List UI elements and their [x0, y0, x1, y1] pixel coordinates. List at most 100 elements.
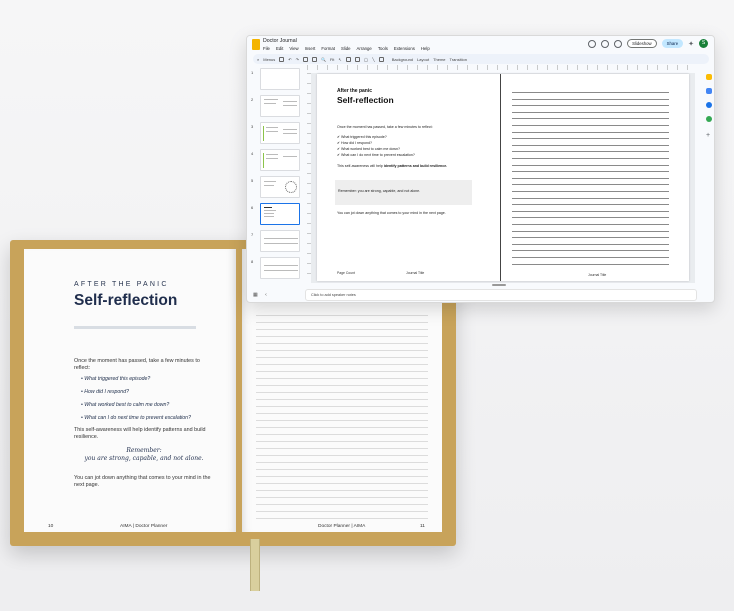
background-button[interactable]: Background	[392, 57, 413, 62]
checklist-item[interactable]: ✔ What triggered this episode?	[337, 135, 387, 139]
menu-tools[interactable]: Tools	[378, 46, 388, 51]
slide-thumbnail-6-selected[interactable]	[260, 203, 300, 225]
contacts-icon[interactable]	[706, 102, 712, 108]
writing-line	[256, 343, 428, 344]
slide-jot-note[interactable]: You can jot down anything that comes to …	[337, 211, 446, 215]
theme-button[interactable]: Theme	[433, 57, 445, 62]
book-eyebrow: AFTER THE PANIC	[74, 281, 169, 288]
slide-writing-line	[512, 184, 669, 186]
current-slide[interactable]: After the panic Self-reflection Once the…	[317, 74, 689, 281]
menu-slide[interactable]: Slide	[341, 46, 351, 51]
remember-callout[interactable]: Remember: you are strong, capable, and n…	[335, 180, 472, 205]
writing-line	[256, 322, 428, 323]
paint-format-icon[interactable]	[311, 56, 317, 62]
speaker-notes[interactable]: Click to add speaker notes	[305, 289, 697, 301]
footer-page-count[interactable]: Page Count	[337, 271, 355, 275]
grid-view-icon[interactable]: ▦	[253, 292, 258, 298]
gemini-icon[interactable]: ✦	[688, 40, 694, 48]
transition-button[interactable]: Transition	[450, 57, 467, 62]
writing-line	[256, 371, 428, 372]
footer-journal-title-left[interactable]: Journal Title	[406, 271, 424, 275]
slides-logo-icon[interactable]	[252, 39, 260, 50]
new-slide-icon[interactable]	[279, 56, 285, 62]
writing-line	[256, 462, 428, 463]
slide-thumbnail-1[interactable]	[260, 68, 300, 90]
textbox-icon[interactable]	[345, 56, 351, 62]
menu-insert[interactable]: Insert	[305, 46, 316, 51]
writing-line	[256, 413, 428, 414]
slide-filmstrip: 1 2 3 4 5 6 7 8	[251, 68, 301, 298]
zoom-icon[interactable]: 🔍	[321, 57, 326, 62]
book-left-page: AFTER THE PANIC Self-reflection Once the…	[24, 249, 236, 532]
document-title[interactable]: Doctor Journal	[263, 38, 297, 44]
menu-format[interactable]: Format	[321, 46, 335, 51]
checklist-item[interactable]: ✔ What can I do next time to prevent esc…	[337, 153, 415, 157]
menu-help[interactable]: Help	[421, 46, 430, 51]
checklist-item[interactable]: ✔ What worked best to calm me down?	[337, 147, 400, 151]
image-icon[interactable]	[354, 56, 360, 62]
slide-writing-line	[512, 204, 669, 206]
book-jot-note: You can jot down anything that comes to …	[74, 475, 211, 489]
slide-thumbnail-5[interactable]	[260, 176, 300, 198]
print-icon[interactable]	[302, 56, 308, 62]
meet-icon[interactable]	[614, 39, 623, 48]
slide-thumbnail-2[interactable]	[260, 95, 300, 117]
history-icon[interactable]	[588, 39, 597, 48]
undo-icon[interactable]: ↶	[288, 57, 291, 62]
slide-eyebrow[interactable]: After the panic	[337, 88, 372, 94]
checklist-item[interactable]: ✔ How did I respond?	[337, 141, 372, 145]
writing-line	[256, 497, 428, 498]
writing-line	[256, 490, 428, 491]
menu-bar: File Edit View Insert Format Slide Arran…	[263, 46, 430, 51]
shape-icon[interactable]: ◯	[364, 57, 368, 62]
layout-button[interactable]: Layout	[417, 57, 429, 62]
add-addon-icon[interactable]: +	[706, 132, 710, 139]
slide-thumbnail-8[interactable]	[260, 257, 300, 279]
slide-title[interactable]: Self-reflection	[337, 95, 394, 105]
slideshow-button[interactable]: Slideshow	[627, 39, 657, 48]
book-intro: Once the moment has passed, take a few m…	[74, 358, 200, 372]
menu-extensions[interactable]: Extensions	[394, 46, 415, 51]
slide-thumbnail-3[interactable]	[260, 122, 300, 144]
comment-add-icon[interactable]	[378, 56, 384, 62]
book-question: • What can I do next time to prevent esc…	[81, 415, 191, 421]
search-menus-icon[interactable]: ⌕	[257, 57, 259, 62]
line-icon[interactable]: ╲	[372, 57, 374, 62]
slide-thumbnail-7[interactable]	[260, 230, 300, 252]
menu-arrange[interactable]: Arrange	[357, 46, 372, 51]
slide-writing-line	[512, 237, 669, 239]
slide-writing-line	[512, 151, 669, 153]
writing-line	[256, 511, 428, 512]
redo-icon[interactable]: ↷	[296, 57, 299, 62]
writing-line	[256, 315, 428, 316]
menu-view[interactable]: View	[289, 46, 298, 51]
keep-icon[interactable]	[706, 74, 712, 80]
slide-intro[interactable]: Once the moment has passed, take a few m…	[337, 125, 433, 129]
zoom-fit[interactable]: Fit	[330, 57, 334, 62]
slide-number: 6	[251, 205, 254, 210]
left-page-number: 10	[48, 524, 54, 529]
menu-edit[interactable]: Edit	[276, 46, 283, 51]
writing-line	[256, 420, 428, 421]
search-menus-label[interactable]: Menus	[263, 57, 275, 62]
slide-canvas[interactable]: After the panic Self-reflection Once the…	[311, 73, 695, 283]
select-icon[interactable]: ↖	[338, 57, 341, 62]
slide-thumbnail-4[interactable]	[260, 149, 300, 171]
maps-icon[interactable]	[706, 116, 712, 122]
tasks-icon[interactable]	[706, 88, 712, 94]
footer-journal-title-right[interactable]: Journal Title	[588, 273, 606, 277]
slide-awareness[interactable]: This self-awareness will help identify p…	[337, 164, 447, 168]
collapse-filmstrip-icon[interactable]: ‹	[265, 292, 267, 298]
writing-line	[256, 455, 428, 456]
share-button[interactable]: Share	[661, 39, 684, 48]
slide-writing-line	[512, 224, 669, 225]
comment-icon[interactable]	[601, 39, 610, 48]
panel-resize-handle[interactable]	[492, 284, 506, 286]
writing-line	[256, 518, 428, 519]
menu-file[interactable]: File	[263, 46, 270, 51]
horizontal-ruler[interactable]	[307, 65, 697, 70]
writing-line	[256, 504, 428, 505]
writing-line	[256, 392, 428, 393]
slide-number: 1	[251, 70, 254, 75]
avatar[interactable]: S	[699, 39, 708, 48]
